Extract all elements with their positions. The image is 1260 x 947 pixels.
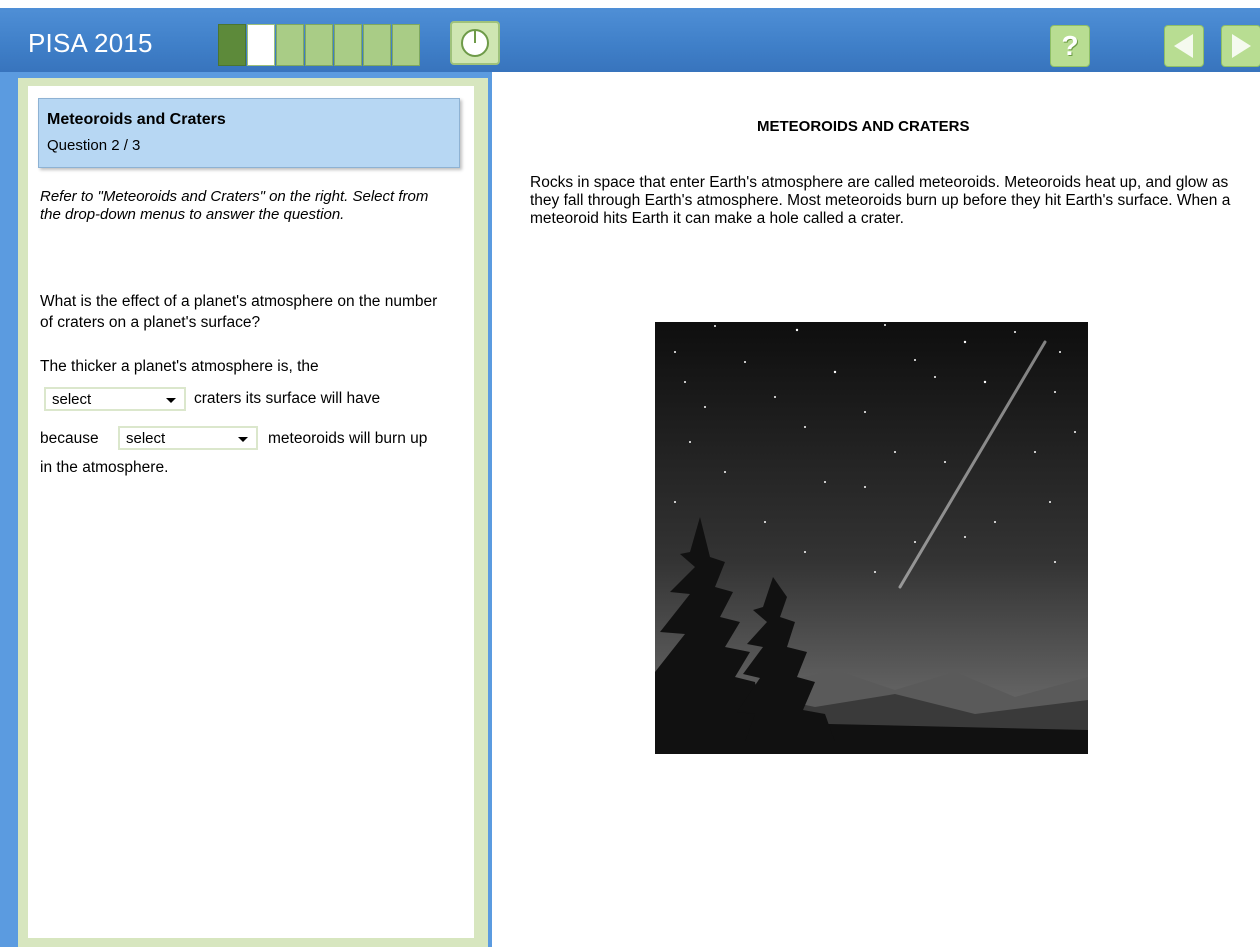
answer-text-2: because	[40, 430, 99, 447]
question-text: What is the effect of a planet's atmosph…	[40, 293, 438, 331]
caret-down-icon	[238, 437, 248, 442]
dropdown-value: select	[52, 390, 92, 408]
next-button[interactable]	[1221, 25, 1260, 67]
stimulus-title: METEOROIDS AND CRATERS	[757, 118, 970, 135]
answer-text-4: in the atmosphere.	[40, 459, 169, 476]
timer-button[interactable]	[450, 21, 500, 65]
top-strip	[0, 0, 1260, 8]
progress-bar	[218, 24, 421, 66]
progress-segment	[218, 24, 246, 66]
instructions: Refer to "Meteoroids and Craters" on the…	[40, 188, 429, 223]
timer-icon	[461, 29, 489, 57]
caret-down-icon	[166, 398, 176, 403]
help-icon: ?	[1061, 30, 1079, 61]
stimulus-text: Rocks in space that enter Earth's atmosp…	[530, 174, 1231, 227]
dropdown-value: select	[126, 429, 166, 447]
back-button[interactable]	[1164, 25, 1204, 67]
progress-segment	[363, 24, 391, 66]
unit-title: Meteoroids and Craters	[47, 111, 226, 128]
header-bar: PISA 2015 ?	[0, 8, 1260, 72]
app-title: PISA 2015	[28, 28, 153, 58]
pane-divider[interactable]	[488, 72, 492, 947]
question-number: Question 2 / 3	[47, 137, 141, 154]
select-dropdown-1[interactable]: select	[44, 387, 186, 411]
answer-text-1: craters its surface will have	[194, 390, 381, 407]
progress-segment	[392, 24, 420, 66]
progress-segment	[247, 24, 275, 66]
help-button[interactable]: ?	[1050, 25, 1090, 67]
back-arrow-icon	[1174, 34, 1193, 58]
meteoroid-image	[655, 322, 1088, 754]
progress-segment	[305, 24, 333, 66]
next-arrow-icon	[1232, 34, 1251, 58]
answer-stem: The thicker a planet's atmosphere is, th…	[40, 358, 319, 375]
progress-segment	[276, 24, 304, 66]
select-dropdown-2[interactable]: select	[118, 426, 258, 450]
answer-text-3: meteoroids will burn up	[268, 430, 428, 447]
progress-segment	[334, 24, 362, 66]
question-header: Meteoroids and Craters Question 2 / 3	[38, 98, 460, 168]
